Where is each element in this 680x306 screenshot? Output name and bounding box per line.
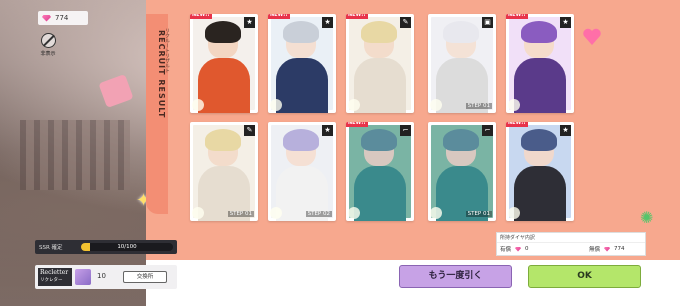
character-hair bbox=[205, 21, 241, 43]
character-card[interactable]: ✎ STEP 01 bbox=[190, 122, 258, 221]
step-label: STEP 02 bbox=[305, 211, 332, 217]
attribute-icon: ★ bbox=[322, 125, 333, 136]
character-hair bbox=[361, 129, 397, 151]
recletter-logo-text: Recletter bbox=[40, 269, 69, 276]
attribute-icon: ✎ bbox=[400, 17, 411, 28]
retry-button[interactable]: もう一度引く bbox=[399, 265, 512, 288]
attribute-icon: ★ bbox=[322, 17, 333, 28]
rarity-icon bbox=[348, 207, 360, 219]
result-subtitle: リクルートリザルト bbox=[164, 28, 170, 73]
step-label: STEP 01 bbox=[465, 103, 492, 109]
rarity-icon bbox=[192, 207, 204, 219]
exchange-button[interactable]: 交換所 bbox=[123, 271, 167, 283]
rarity-icon bbox=[348, 99, 360, 111]
character-body bbox=[514, 58, 566, 113]
ok-button[interactable]: OK bbox=[528, 265, 641, 288]
character-body bbox=[514, 166, 566, 221]
character-card[interactable]: ⌐ STEP 01 bbox=[428, 122, 496, 221]
free-label: 無償 bbox=[589, 247, 601, 253]
step-label: STEP 01 bbox=[465, 211, 492, 217]
hide-ui-button[interactable]: 非表示 bbox=[38, 33, 58, 57]
gem-icon bbox=[604, 246, 611, 252]
character-card[interactable]: ▣ STEP 01 bbox=[428, 14, 496, 113]
rarity-icon bbox=[270, 207, 282, 219]
paid-value: 0 bbox=[525, 246, 529, 252]
new-badge: NEW!! bbox=[506, 14, 528, 19]
new-badge: NEW!! bbox=[268, 14, 290, 19]
recletter-box: Recletter リクレター 10 交換所 bbox=[35, 265, 177, 289]
free-value: 774 bbox=[614, 246, 625, 252]
rarity-icon bbox=[192, 99, 204, 111]
step-label: STEP 01 bbox=[227, 211, 254, 217]
paid-label: 有償 bbox=[500, 247, 512, 253]
character-hair bbox=[283, 129, 319, 151]
character-body bbox=[354, 166, 406, 221]
gem-count: 774 bbox=[55, 14, 69, 22]
recletter-logo: Recletter リクレター bbox=[38, 268, 72, 286]
character-hair bbox=[443, 129, 479, 151]
gem-icon bbox=[42, 14, 51, 22]
rarity-icon bbox=[270, 99, 282, 111]
gem-counter: 774 bbox=[38, 11, 88, 25]
character-card[interactable]: NEW!! ★ bbox=[506, 14, 574, 113]
character-card[interactable]: NEW!! ★ bbox=[190, 14, 258, 113]
attribute-icon: ⌐ bbox=[400, 125, 411, 136]
character-hair bbox=[521, 129, 557, 151]
recletter-logo-sub: リクレター bbox=[40, 278, 63, 283]
character-hair bbox=[361, 21, 397, 43]
ssr-label: SSR 確定 bbox=[39, 245, 63, 251]
character-hair bbox=[443, 21, 479, 43]
new-badge: NEW!! bbox=[190, 14, 212, 19]
diamond-title: 所持ダイヤ内訳 bbox=[497, 233, 645, 243]
recletter-count: 10 bbox=[97, 272, 106, 280]
attribute-icon: ✎ bbox=[244, 125, 255, 136]
ssr-track: 10/100 bbox=[81, 243, 173, 251]
diamond-row: 有償 0 無償 774 bbox=[497, 243, 645, 255]
recletter-thumbnail bbox=[75, 269, 91, 285]
diamond-breakdown: 所持ダイヤ内訳 有償 0 無償 774 bbox=[496, 232, 646, 256]
gem-icon bbox=[515, 246, 522, 252]
attribute-icon: ⌐ bbox=[482, 125, 493, 136]
hide-label: 非表示 bbox=[40, 51, 56, 57]
ssr-progress-text: 10/100 bbox=[117, 244, 137, 250]
attribute-icon: ★ bbox=[244, 17, 255, 28]
attribute-icon: ▣ bbox=[482, 17, 493, 28]
new-badge: NEW!! bbox=[346, 122, 368, 127]
character-card[interactable]: NEW!! ✎ bbox=[346, 14, 414, 113]
rarity-icon bbox=[508, 207, 520, 219]
new-badge: NEW!! bbox=[346, 14, 368, 19]
character-card[interactable]: ★ STEP 02 bbox=[268, 122, 336, 221]
character-card[interactable]: NEW!! ⌐ bbox=[346, 122, 414, 221]
character-card[interactable]: NEW!! ★ bbox=[268, 14, 336, 113]
rarity-icon bbox=[430, 99, 442, 111]
character-hair bbox=[521, 21, 557, 43]
attribute-icon: ★ bbox=[560, 17, 571, 28]
background-shelf bbox=[20, 120, 130, 190]
character-hair bbox=[283, 21, 319, 43]
crab-icon: ✺ bbox=[640, 208, 654, 227]
eye-off-icon bbox=[40, 33, 56, 48]
character-hair bbox=[205, 129, 241, 151]
attribute-icon: ★ bbox=[560, 125, 571, 136]
new-badge: NEW!! bbox=[506, 122, 528, 127]
character-body bbox=[276, 58, 328, 113]
character-card[interactable]: NEW!! ★ bbox=[506, 122, 574, 221]
rarity-icon bbox=[508, 99, 520, 111]
ssr-progress-bar: SSR 確定 10/100 bbox=[35, 240, 177, 254]
rarity-icon bbox=[430, 207, 442, 219]
character-body bbox=[354, 58, 406, 113]
character-body bbox=[198, 58, 250, 113]
heart-icon bbox=[583, 28, 601, 45]
